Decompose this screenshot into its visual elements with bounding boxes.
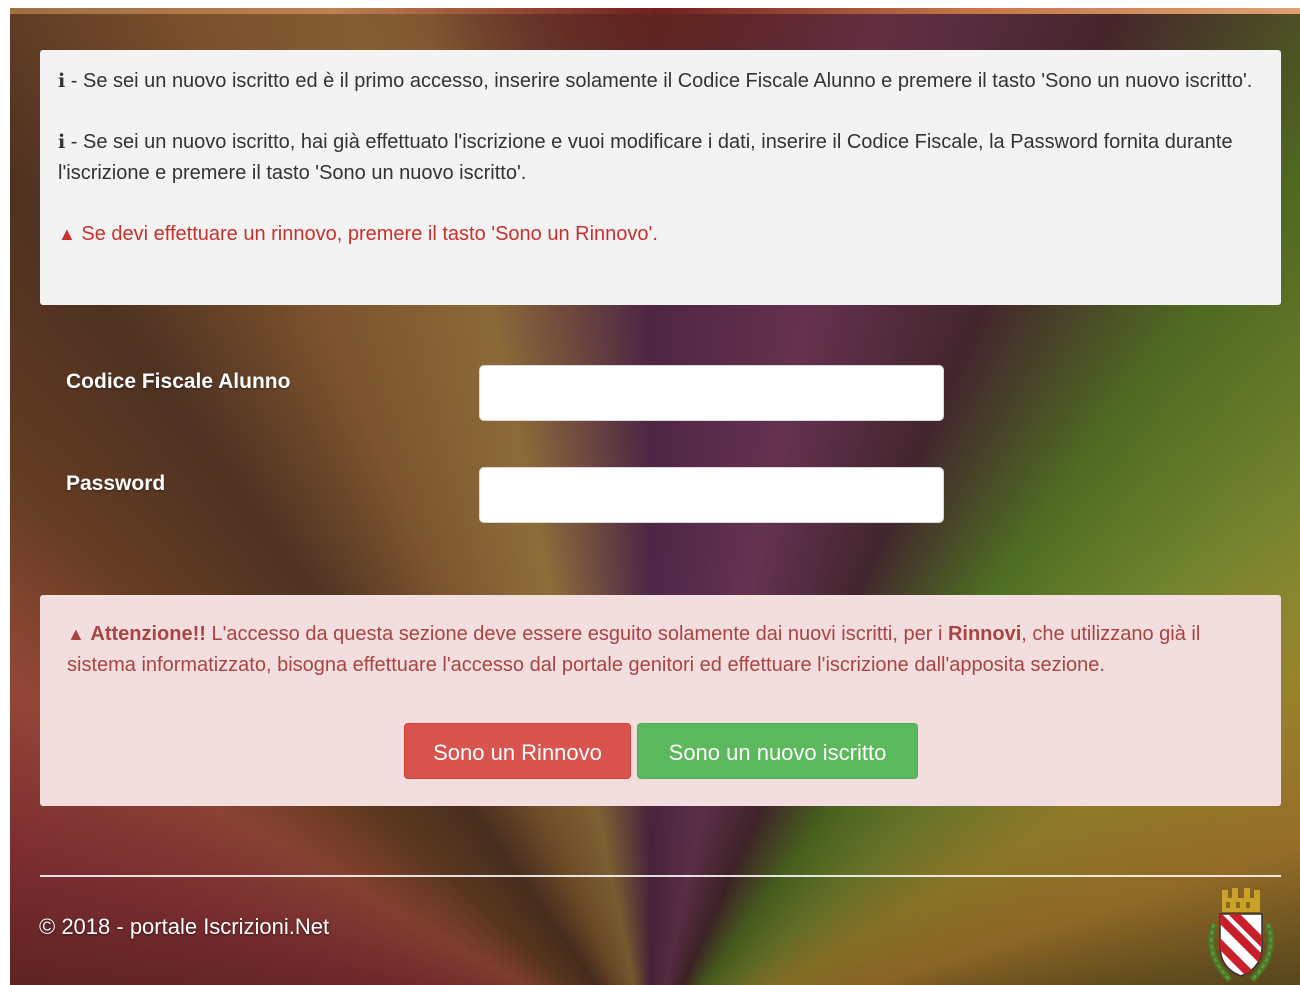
info-panel: i - Se sei un nuovo iscritto ed è il pri… — [40, 50, 1281, 305]
footer-divider — [40, 875, 1281, 877]
warning-triangle-icon: ▲ — [67, 624, 85, 644]
alert-text-part-1: L'accesso da questa sezione deve essere … — [205, 623, 948, 645]
info-line-1: i - Se sei un nuovo iscritto ed è il pri… — [58, 66, 1263, 97]
municipal-crest-icon — [1200, 884, 1282, 984]
top-image-strip — [10, 8, 1300, 14]
renew-warning: ▲ Se devi effettuare un rinnovo, premere… — [58, 219, 1263, 250]
password-label: Password — [66, 472, 166, 495]
renew-button[interactable]: Sono un Rinnovo — [404, 723, 631, 779]
renew-warning-text: Se devi effettuare un rinnovo, premere i… — [75, 223, 658, 245]
alert-text: ▲ Attenzione!! L'accesso da questa sezio… — [67, 619, 1254, 681]
new-enrollee-button[interactable]: Sono un nuovo iscritto — [637, 723, 918, 779]
alert-bold-word: Rinnovi — [947, 623, 1022, 645]
info-line-2-text: - Se sei un nuovo iscritto, hai già effe… — [58, 131, 1233, 184]
password-input[interactable] — [479, 467, 944, 523]
alert-title: Attenzione!! — [90, 623, 206, 645]
page-background: i - Se sei un nuovo iscritto ed è il pri… — [10, 8, 1300, 985]
info-line-1-text: - Se sei un nuovo iscritto ed è il primo… — [65, 70, 1253, 92]
codice-fiscale-input[interactable] — [479, 365, 944, 421]
codice-fiscale-label: Codice Fiscale Alunno — [66, 370, 291, 393]
warning-triangle-icon: ▲ — [58, 224, 76, 244]
info-line-2: i - Se sei un nuovo iscritto, hai già ef… — [58, 127, 1263, 189]
footer-copyright: © 2018 - portale Iscrizioni.Net — [39, 914, 330, 939]
attention-alert: ▲ Attenzione!! L'accesso da questa sezio… — [40, 595, 1281, 806]
